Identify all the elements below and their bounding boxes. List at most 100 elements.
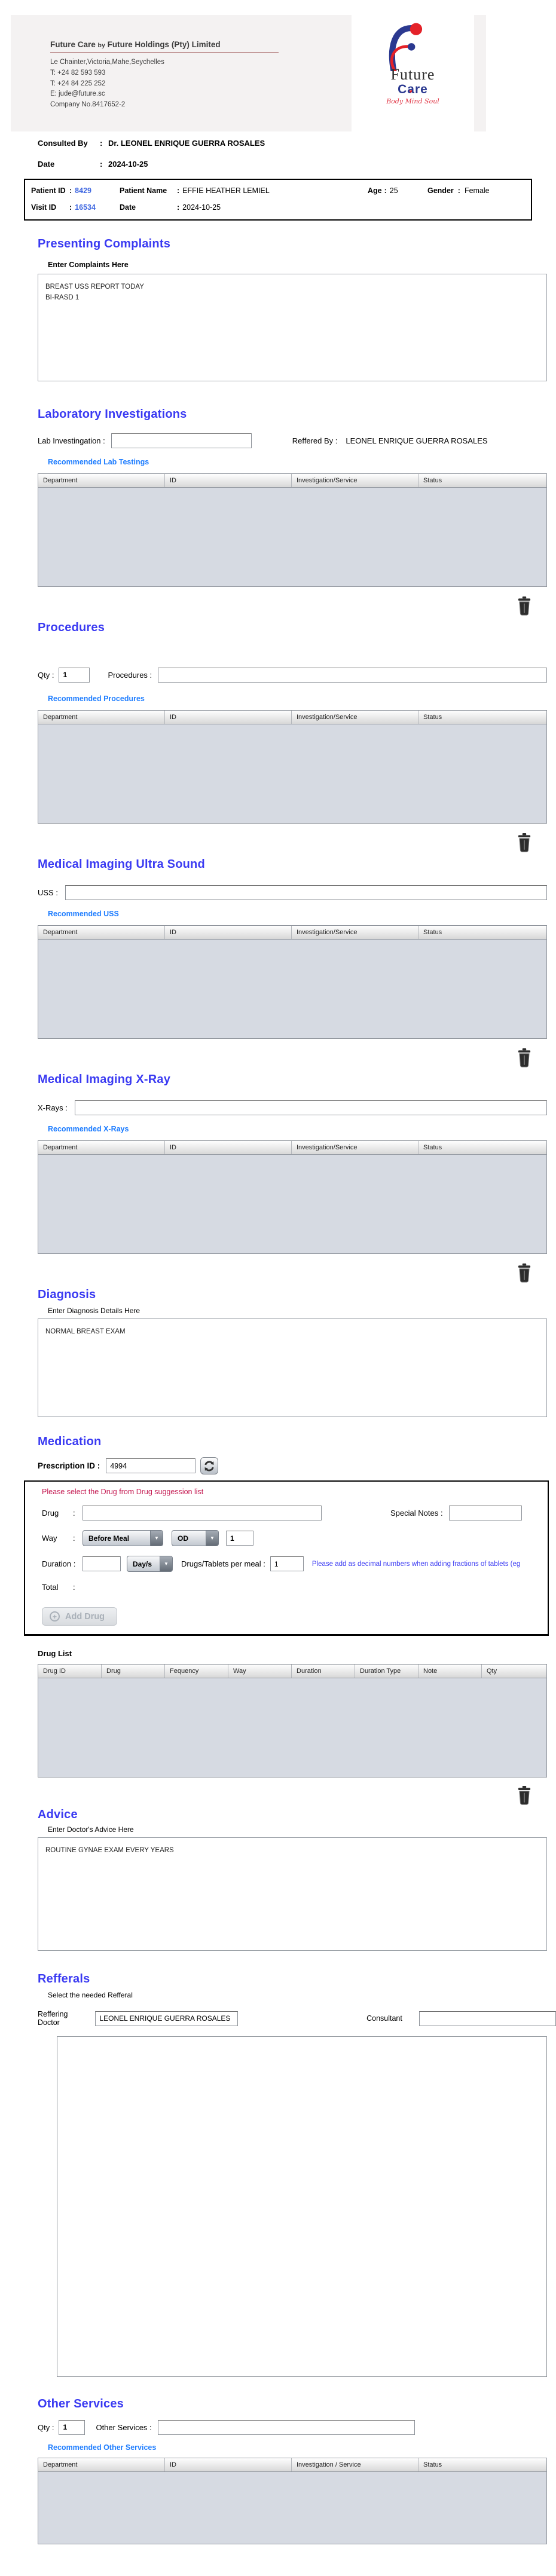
xray-trash-row	[0, 1263, 532, 1283]
section-title-diagnosis: Diagnosis	[38, 1288, 96, 1301]
column-header-status: Status	[423, 477, 442, 484]
uss-label: USS :	[38, 888, 58, 897]
total-label: Total	[42, 1583, 59, 1592]
uss-table-header: Department ID Investigation/Service Stat…	[38, 926, 546, 940]
column-header-investigation: Investigation / Service	[292, 2458, 418, 2471]
other-services-input[interactable]	[157, 2419, 415, 2435]
delete-procedures-button[interactable]	[516, 833, 532, 853]
reffering-doctor-input[interactable]	[95, 2011, 239, 2026]
procedures-table-header: Department ID Investigation/Service Stat…	[38, 711, 546, 724]
advice-textarea[interactable]: ROUTINE GYNAE EXAM EVERY YEARS	[38, 1837, 547, 1951]
clinic-header: Future Care by Future Holdings (Pty) Lim…	[11, 15, 486, 131]
column-header-drug-id: Drug ID	[38, 1665, 102, 1678]
add-drug-label: Add Drug	[65, 1611, 105, 1622]
visit-date-label: Date	[120, 203, 136, 212]
lab-investigation-input[interactable]	[111, 433, 252, 448]
recommended-other-services-link[interactable]: Recommended Other Services	[48, 2443, 556, 2452]
duration-row: Duration : Day/s ▼ Drugs/Tablets per mea…	[42, 1556, 548, 1572]
total-row: Total:	[42, 1583, 75, 1592]
recommended-lab-testings-link[interactable]: Recommended Lab Testings	[48, 458, 556, 466]
delete-drug-button[interactable]	[516, 1786, 532, 1806]
logo-word-care: Care ♥	[398, 82, 428, 96]
uss-table-body[interactable]	[38, 940, 546, 1038]
complaints-textarea[interactable]: BREAST USS REPORT TODAY BI-RASD 1	[38, 274, 547, 381]
drug-suggestion-notice: Please select the Drug from Drug suggess…	[42, 1488, 204, 1496]
gender-value: Female	[464, 186, 490, 195]
procedures-qty-input[interactable]	[59, 667, 90, 683]
prescription-id-input[interactable]	[106, 1458, 196, 1473]
section-title-advice: Advice	[38, 1808, 78, 1821]
advice-label: Enter Doctor's Advice Here	[48, 1825, 134, 1834]
column-header-department: Department	[38, 2458, 165, 2471]
lab-testings-table: Department ID Investigation/Service Stat…	[38, 473, 547, 587]
way-qty-input[interactable]	[226, 1531, 253, 1546]
xray-table-body[interactable]	[38, 1155, 546, 1253]
diagnosis-textarea[interactable]: NORMAL BREAST EXAM	[38, 1318, 547, 1417]
drug-list-label: Drug List	[38, 1649, 72, 1658]
procedures-table-body[interactable]	[38, 724, 546, 823]
consultation-report-page: Future Care by Future Holdings (Pty) Lim…	[0, 0, 556, 2544]
company-phone-2: T: +24 84 225 252	[50, 79, 106, 87]
section-title-medication: Medication	[38, 1435, 102, 1448]
column-header-id: ID	[165, 2458, 292, 2471]
column-header-id: ID	[165, 926, 292, 939]
section-title-ultrasound: Medical Imaging Ultra Sound	[38, 858, 205, 871]
delete-uss-button[interactable]	[516, 1048, 532, 1068]
per-meal-input[interactable]	[270, 1556, 304, 1571]
frequency-value: OD	[178, 1534, 188, 1543]
consultant-label: Consultant	[366, 2014, 402, 2023]
xray-input[interactable]	[74, 1100, 547, 1115]
prescription-id-label: Prescription ID :	[38, 1461, 100, 1470]
column-header-way: Way	[228, 1665, 292, 1678]
meal-timing-value: Before Meal	[88, 1534, 130, 1543]
other-services-qty-input[interactable]	[59, 2419, 85, 2435]
drug-input[interactable]	[83, 1506, 322, 1520]
company-name-by: by	[97, 42, 105, 49]
meal-timing-select[interactable]: Before Meal ▼	[83, 1530, 163, 1546]
other-services-label: Other Services :	[96, 2422, 152, 2432]
patient-name-label: Patient Name	[120, 186, 167, 195]
add-drug-button[interactable]: + Add Drug	[42, 1607, 118, 1626]
consulted-by-label: Consulted By	[38, 139, 88, 148]
visit-date-value: 2024-10-25	[182, 203, 221, 212]
other-services-table-body[interactable]	[38, 2472, 546, 2544]
recommended-uss-link[interactable]: Recommended USS	[48, 910, 556, 918]
special-notes-input[interactable]	[449, 1506, 522, 1520]
uss-row: USS :	[38, 883, 556, 901]
company-name-main: Future Care	[50, 40, 96, 49]
duration-input[interactable]	[83, 1556, 121, 1571]
lab-table-body[interactable]	[38, 488, 546, 586]
uss-input[interactable]	[65, 885, 547, 900]
refresh-prescription-button[interactable]	[200, 1457, 219, 1474]
duration-type-select[interactable]: Day/s ▼	[127, 1556, 173, 1572]
section-title-refferals: Refferals	[38, 1972, 90, 1985]
recommended-xray-link[interactable]: Recommended X-Rays	[48, 1125, 556, 1133]
patient-row-2: Visit ID:16534 Date:2024-10-25	[31, 203, 526, 212]
refferal-list-box[interactable]	[57, 2036, 547, 2377]
column-header-department: Department	[38, 474, 165, 487]
section-title-presenting-complaints: Presenting Complaints	[38, 237, 171, 250]
patient-row-1: Patient ID:8429 Patient Name: EFFIE HEATH…	[31, 186, 526, 195]
company-address: Le Chainter,Victoria,Mahe,Seychelles	[50, 59, 164, 66]
logo-word-future: Future	[390, 66, 435, 83]
delete-xray-button[interactable]	[516, 1263, 532, 1283]
consultation-date-value: 2024-10-25	[108, 160, 148, 169]
delete-lab-button[interactable]	[516, 596, 532, 616]
procedures-input[interactable]	[158, 667, 547, 683]
duration-type-value: Day/s	[133, 1559, 152, 1568]
visit-id-group: Visit ID:16534	[31, 203, 96, 212]
frequency-select[interactable]: OD ▼	[172, 1530, 219, 1546]
other-services-qty-row: Qty : Other Services :	[38, 2418, 556, 2436]
logo-tagline: Body Mind Soul	[386, 97, 439, 105]
recommended-procedures-link[interactable]: Recommended Procedures	[48, 695, 556, 703]
refresh-icon	[204, 1461, 214, 1471]
company-details: Le Chainter,Victoria,Mahe,Seychelles T: …	[50, 57, 352, 111]
xray-table-header: Department ID Investigation/Service Stat…	[38, 1141, 546, 1155]
company-info: Future Care by Future Holdings (Pty) Lim…	[11, 15, 352, 131]
drug-list-body[interactable]	[38, 1678, 546, 1777]
column-header-id: ID	[165, 474, 292, 487]
lab-investigation-row: Lab Investingation : Reffered By : LEONE…	[38, 433, 556, 448]
section-title-procedures: Procedures	[38, 621, 105, 634]
drug-list-table: Drug ID Drug Fequency Way Duration Durat…	[38, 1664, 547, 1777]
consultant-input[interactable]	[418, 2011, 556, 2026]
